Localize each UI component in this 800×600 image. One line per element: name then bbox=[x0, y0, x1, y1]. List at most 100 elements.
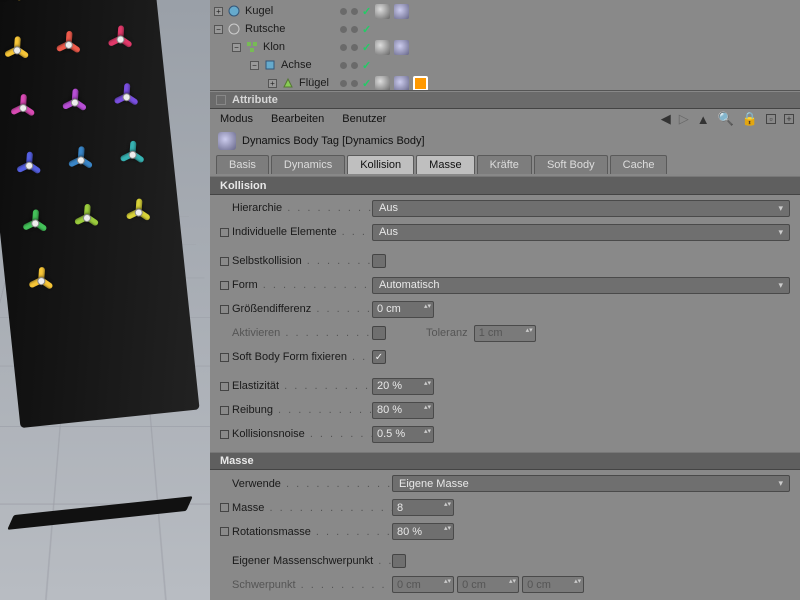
tree-row[interactable]: − Klon bbox=[214, 38, 796, 56]
exp-noise[interactable] bbox=[220, 430, 229, 439]
new-icon[interactable]: ▫ bbox=[766, 114, 776, 124]
tree-tag-row: ✓ bbox=[340, 38, 428, 56]
enable-check-icon[interactable]: ✓ bbox=[362, 77, 371, 90]
tab-dynamics[interactable]: Dynamics bbox=[271, 155, 345, 174]
attr-tools: ◀ ▷ ▲ 🔍 🔒 ▫ + bbox=[661, 111, 794, 127]
tab-softbody[interactable]: Soft Body bbox=[534, 155, 608, 174]
vis-dot-icon[interactable] bbox=[340, 44, 347, 51]
viewport-fan bbox=[9, 146, 46, 183]
viewport-fan bbox=[43, 0, 80, 5]
spin-rotmasse[interactable]: 80 %▴▾ bbox=[392, 523, 454, 540]
viewport[interactable] bbox=[0, 0, 210, 600]
tree-toggle-icon[interactable]: + bbox=[268, 79, 277, 88]
add-icon[interactable]: + bbox=[784, 114, 794, 124]
exp-masse[interactable] bbox=[220, 503, 229, 512]
label-elast: Elastizität bbox=[232, 380, 372, 392]
label-individuelle: Individuelle Elemente bbox=[232, 226, 372, 238]
menu-modus[interactable]: Modus bbox=[220, 113, 253, 125]
dropdown-verwende[interactable]: Eigene Masse bbox=[392, 475, 790, 492]
expander-individuelle[interactable] bbox=[220, 228, 229, 237]
tab-masse[interactable]: Masse bbox=[416, 155, 474, 174]
sphere-tag-icon[interactable] bbox=[375, 76, 390, 91]
sphere-tag-icon[interactable] bbox=[375, 4, 390, 19]
spin-reib[interactable]: 80 %▴▾ bbox=[372, 402, 434, 419]
tree-toggle-icon[interactable]: − bbox=[214, 25, 223, 34]
spin-toleranz: 1 cm▴▾ bbox=[474, 325, 536, 342]
check-softfix[interactable]: ✓ bbox=[372, 350, 386, 364]
dynamics-tag-icon bbox=[218, 132, 236, 150]
section-masse: Masse bbox=[210, 452, 800, 470]
attribute-header: Attribute bbox=[210, 91, 800, 109]
spin-noise[interactable]: 0.5 %▴▾ bbox=[372, 426, 434, 443]
enable-check-icon[interactable]: ✓ bbox=[362, 59, 371, 72]
dyn-tag-icon[interactable] bbox=[394, 4, 409, 19]
label-noise: Kollisionsnoise bbox=[232, 428, 372, 440]
tab-basis[interactable]: Basis bbox=[216, 155, 269, 174]
dropdown-individuelle[interactable]: Aus bbox=[372, 224, 790, 241]
vis-dot-icon[interactable] bbox=[340, 80, 347, 87]
object-manager[interactable]: +Kugel−Rutsche−Klon−Achse+Flügel ✓✓✓✓✓ bbox=[210, 0, 800, 91]
dyn-tag-icon[interactable] bbox=[394, 76, 409, 91]
spin-elast[interactable]: 20 %▴▾ bbox=[372, 378, 434, 395]
tab-kraefte[interactable]: Kräfte bbox=[477, 155, 532, 174]
check-eigener[interactable] bbox=[392, 554, 406, 568]
menu-bearbeiten[interactable]: Bearbeiten bbox=[271, 113, 324, 125]
lock-icon[interactable]: 🔒 bbox=[742, 111, 758, 127]
dyn-tag-icon[interactable] bbox=[394, 40, 409, 55]
attribute-menubar: Modus Bearbeiten Benutzer ◀ ▷ ▲ 🔍 🔒 ▫ + bbox=[210, 109, 800, 129]
enable-check-icon[interactable]: ✓ bbox=[362, 41, 371, 54]
vis-dot-icon[interactable] bbox=[340, 26, 347, 33]
tree-row[interactable]: −Rutsche bbox=[214, 20, 796, 38]
nav-up-icon[interactable]: ▲ bbox=[697, 112, 710, 127]
spin-schwer-y: 0 cm▴▾ bbox=[457, 576, 519, 593]
exp-elast[interactable] bbox=[220, 382, 229, 391]
spin-groessen[interactable]: 0 cm▴▾ bbox=[372, 301, 434, 318]
obj-icon bbox=[263, 58, 277, 72]
masse-props2: Eigener Massenschwerpunkt Schwerpunkt 0 … bbox=[210, 547, 800, 600]
dropdown-hierarchie[interactable]: Aus bbox=[372, 200, 790, 217]
spin-masse[interactable]: 8▴▾ bbox=[392, 499, 454, 516]
exp-selbst[interactable] bbox=[220, 257, 229, 266]
tree-label: Klon bbox=[263, 41, 285, 53]
tab-kollision[interactable]: Kollision bbox=[347, 155, 414, 174]
masse-props: VerwendeEigene Masse Masse8▴▾ Rotationsm… bbox=[210, 470, 800, 547]
tree-row[interactable]: −Achse bbox=[214, 56, 796, 74]
enable-check-icon[interactable]: ✓ bbox=[362, 5, 371, 18]
sphere-tag-icon[interactable] bbox=[375, 40, 390, 55]
tree-toggle-icon[interactable]: − bbox=[250, 61, 259, 70]
tab-cache[interactable]: Cache bbox=[610, 155, 668, 174]
vis-dot-icon[interactable] bbox=[351, 44, 358, 51]
attr-toggle-icon[interactable] bbox=[216, 95, 226, 105]
tree-toggle-icon[interactable]: + bbox=[214, 7, 223, 16]
exp-groessen[interactable] bbox=[220, 305, 229, 314]
viewport-panel bbox=[0, 0, 200, 428]
label-reib: Reibung bbox=[232, 404, 372, 416]
tree-tag-row: ✓ bbox=[340, 56, 428, 74]
vis-dot-icon[interactable] bbox=[351, 80, 358, 87]
label-aktivieren: Aktivieren bbox=[232, 327, 372, 339]
dropdown-form[interactable]: Automatisch bbox=[372, 277, 790, 294]
nav-fwd-icon[interactable]: ▷ bbox=[679, 111, 689, 127]
viewport-fan bbox=[107, 78, 144, 115]
kollision-props: HierarchieAus Individuelle ElementeAus bbox=[210, 195, 800, 248]
exp-form[interactable] bbox=[220, 281, 229, 290]
exp-reib[interactable] bbox=[220, 406, 229, 415]
exp-softfix[interactable] bbox=[220, 353, 229, 362]
vis-dot-icon[interactable] bbox=[351, 26, 358, 33]
tree-row[interactable]: +Flügel bbox=[214, 74, 796, 91]
vis-dot-icon[interactable] bbox=[351, 8, 358, 15]
exp-rotmasse[interactable] bbox=[220, 527, 229, 536]
vis-dot-icon[interactable] bbox=[340, 8, 347, 15]
search-icon[interactable]: 🔍 bbox=[718, 111, 734, 127]
tree-toggle-icon[interactable]: − bbox=[232, 43, 241, 52]
menu-benutzer[interactable]: Benutzer bbox=[342, 113, 386, 125]
vis-dot-icon[interactable] bbox=[351, 62, 358, 69]
vis-dot-icon[interactable] bbox=[340, 62, 347, 69]
label-selbst: Selbstkollision bbox=[232, 255, 372, 267]
nav-back-icon[interactable]: ◀ bbox=[661, 111, 671, 127]
sel-tag-icon[interactable] bbox=[413, 76, 428, 91]
check-aktivieren[interactable] bbox=[372, 326, 386, 340]
check-selbst[interactable] bbox=[372, 254, 386, 268]
tree-row[interactable]: +Kugel bbox=[214, 2, 796, 20]
enable-check-icon[interactable]: ✓ bbox=[362, 23, 371, 36]
